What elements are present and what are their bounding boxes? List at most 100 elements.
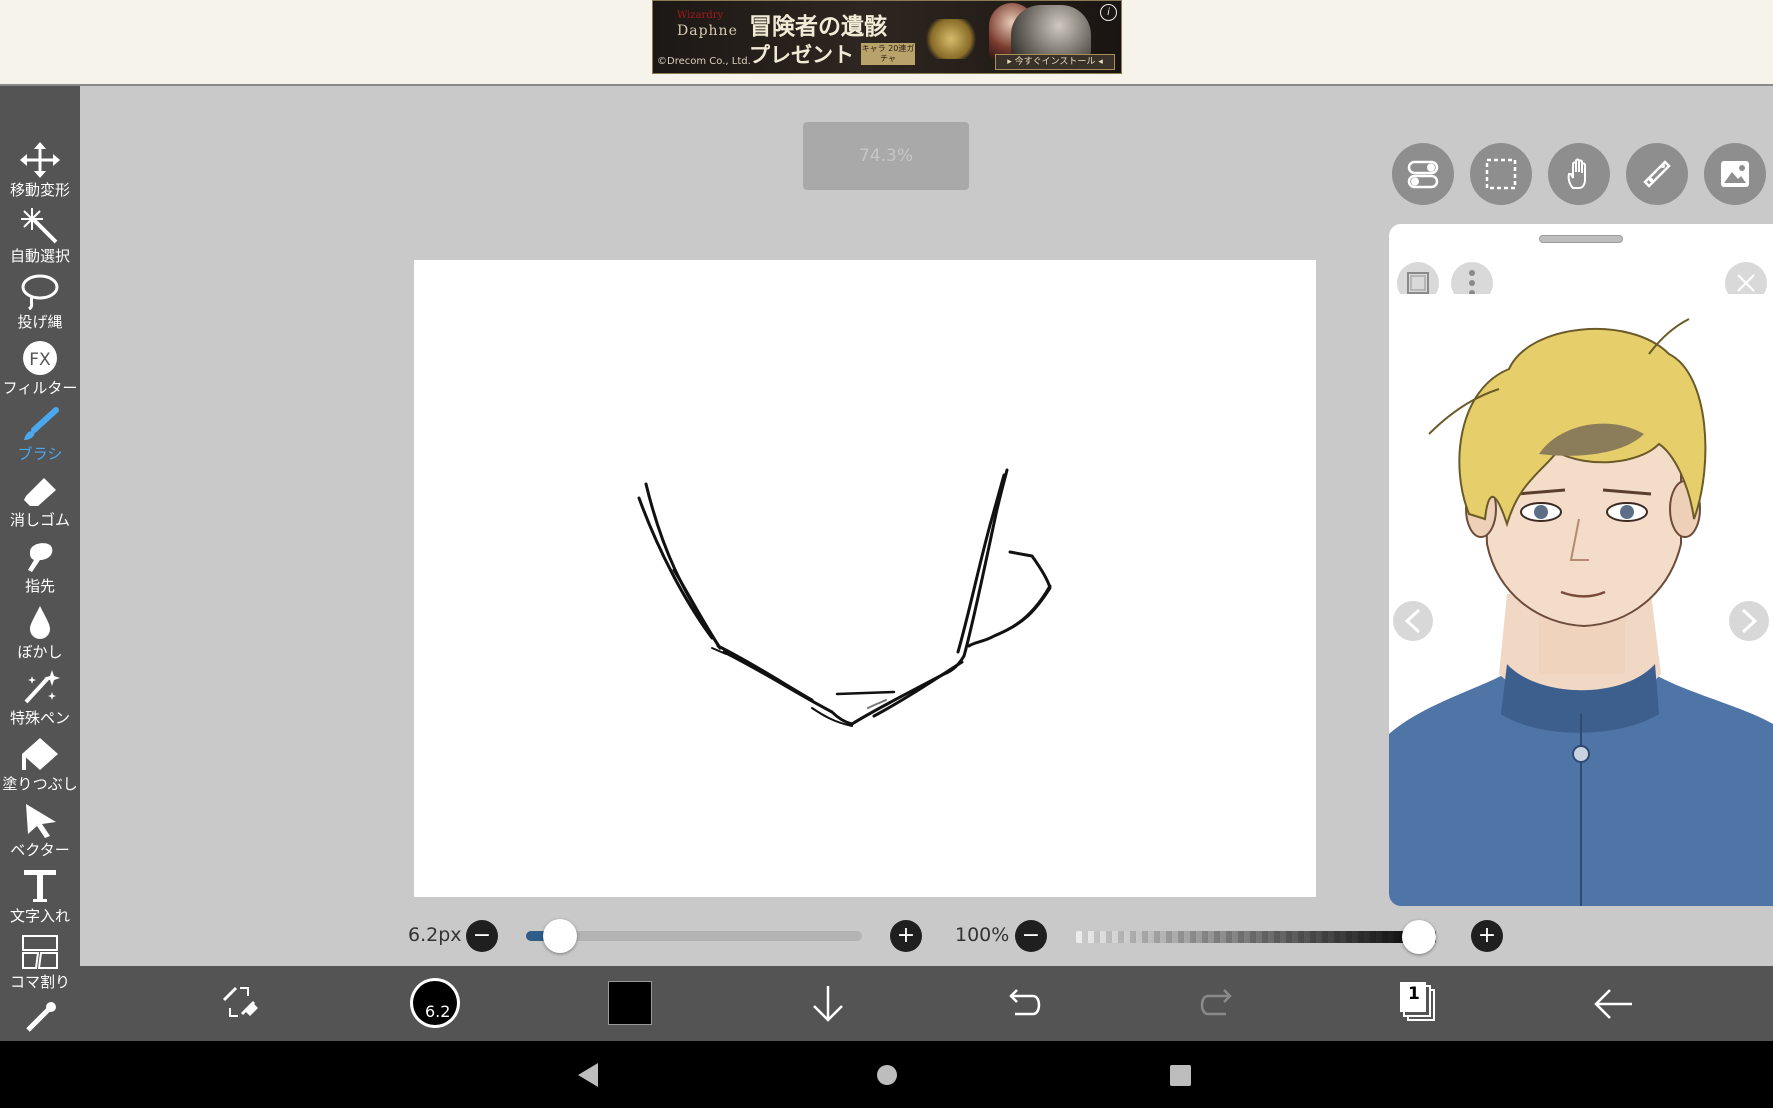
brush-size-decrease-button[interactable]: − <box>466 920 498 952</box>
ruler-icon <box>1643 160 1671 188</box>
layer-count: 1 <box>1408 984 1420 1004</box>
ad-copyright: ©Drecom Co., Ltd. <box>657 56 751 67</box>
ad-knight-image <box>1011 5 1091 57</box>
undo-button[interactable] <box>1003 966 1043 1041</box>
ad-gems-image <box>921 19 981 59</box>
undo-icon <box>1009 989 1041 1016</box>
text-icon <box>24 870 56 902</box>
brush-size-preview-button[interactable]: 6.2 <box>409 966 461 1041</box>
ad-bar: Wizardry Daphne 冒険者の遺骸 プレゼント キャラ 20連ガチャ … <box>0 0 1773 86</box>
ad-badge: キャラ 20連ガチャ <box>861 43 915 65</box>
redo-button[interactable] <box>1198 966 1238 1041</box>
tool-label: 指先 <box>24 577 55 595</box>
tool-brush[interactable]: ブラシ <box>0 406 80 472</box>
brush-size-increase-button[interactable]: + <box>890 920 922 952</box>
lasso-icon <box>21 274 59 310</box>
tool-label: コマ割り <box>9 973 70 991</box>
opacity-increase-button[interactable]: + <box>1471 920 1503 952</box>
eyedropper-icon <box>26 1002 56 1032</box>
tool-label: 特殊ペン <box>9 709 70 727</box>
nav-back-icon[interactable] <box>578 1063 600 1087</box>
tool-label: ブラシ <box>17 445 63 463</box>
brush-preview-label: 6.2 <box>425 1002 451 1021</box>
opacity-slider-knob[interactable] <box>1402 920 1436 954</box>
tool-special-pen[interactable]: 特殊ペン <box>0 670 80 736</box>
bottom-action-bar: 6.2 1 <box>80 966 1773 1041</box>
back-arrow-icon <box>1594 989 1632 1019</box>
pen-eraser-swap-icon <box>222 986 258 1017</box>
tool-label: 自動選択 <box>9 247 70 265</box>
eraser-icon <box>24 478 56 506</box>
system-nav-bar <box>0 1041 1773 1108</box>
tool-label: 文字入れ <box>9 907 70 925</box>
ad-install-button[interactable]: ▸ 今すぐインストール ◂ <box>995 54 1115 70</box>
nav-home-icon[interactable] <box>876 1064 898 1086</box>
magic-wand-icon <box>21 208 58 244</box>
zoom-indicator: 74.3% <box>803 122 969 190</box>
layers-button[interactable]: 1 <box>1396 966 1440 1041</box>
reference-window[interactable] <box>1389 224 1773 906</box>
move-icon <box>20 142 60 178</box>
toggle-icon <box>1407 160 1439 189</box>
image-icon <box>1721 161 1749 187</box>
blur-drop-icon <box>30 606 50 639</box>
redo-icon <box>1200 989 1232 1016</box>
tool-label: 移動変形 <box>9 181 70 199</box>
sketch-strokes <box>637 468 1052 727</box>
ad-info-icon[interactable]: i <box>1100 4 1117 21</box>
bucket-icon <box>22 738 58 770</box>
tool-frame-divider[interactable]: コマ割り <box>0 934 80 1000</box>
ad-subheadline: プレゼント <box>749 42 854 67</box>
tool-label: 投げ縄 <box>17 313 63 331</box>
tool-label: ベクター <box>10 841 70 859</box>
material-button[interactable] <box>1704 143 1766 205</box>
toggle-settings-button[interactable] <box>1392 143 1454 205</box>
tool-fill[interactable]: 塗りつぶし <box>0 736 80 802</box>
current-color-swatch <box>608 981 652 1025</box>
ruler-button[interactable] <box>1626 143 1688 205</box>
tool-label: ぼかし <box>17 643 63 661</box>
brush-size-value: 6.2px <box>408 924 462 946</box>
dashed-selection-icon <box>1485 158 1517 190</box>
selection-button[interactable] <box>1470 143 1532 205</box>
ad-headline: 冒険者の遺骸 <box>749 13 887 40</box>
hand-tool-button[interactable] <box>1548 143 1610 205</box>
swap-tool-button[interactable] <box>214 966 264 1041</box>
tool-lasso[interactable]: 投げ縄 <box>0 274 80 340</box>
tool-eraser[interactable]: 消しゴム <box>0 472 80 538</box>
ad-banner[interactable]: Wizardry Daphne 冒険者の遺骸 プレゼント キャラ 20連ガチャ … <box>652 0 1122 74</box>
tool-label: 塗りつぶし <box>2 775 78 793</box>
special-pen-icon <box>24 670 60 704</box>
brush-icon <box>24 407 59 440</box>
opacity-slider[interactable] <box>1076 920 1436 954</box>
brush-size-slider[interactable] <box>526 919 862 953</box>
back-button[interactable] <box>1592 966 1634 1041</box>
tool-eyedropper[interactable] <box>0 1000 80 1041</box>
tool-label: 消しゴム <box>9 511 70 529</box>
vector-arrow-icon <box>26 804 56 838</box>
reference-image <box>1389 294 1773 906</box>
nav-recents-icon[interactable] <box>1170 1065 1192 1087</box>
tool-auto-select[interactable]: 自動選択 <box>0 208 80 274</box>
drawing-canvas[interactable] <box>414 260 1316 897</box>
drag-handle[interactable] <box>1539 235 1623 243</box>
opacity-decrease-button[interactable]: − <box>1015 920 1047 952</box>
tool-text[interactable]: 文字入れ <box>0 868 80 934</box>
brush-slider-row: 6.2px − + 100% − + <box>80 905 1773 965</box>
save-download-button[interactable] <box>808 966 848 1041</box>
tool-move-transform[interactable]: 移動変形 <box>0 142 80 208</box>
fx-icon: FX <box>23 341 57 375</box>
opacity-value: 100% <box>955 924 1010 946</box>
frame-divider-icon <box>22 935 58 969</box>
brush-size-slider-knob[interactable] <box>542 919 577 953</box>
tool-finger[interactable]: 指先 <box>0 538 80 604</box>
finger-icon <box>28 543 53 572</box>
hand-icon <box>1567 158 1586 189</box>
left-toolbar: 移動変形 自動選択 投げ縄 FX フィルター ブラシ 消しゴム 指先 ぼかし 特… <box>0 86 80 1041</box>
tool-blur[interactable]: ぼかし <box>0 604 80 670</box>
ad-brand-top: Wizardry <box>677 10 724 21</box>
tool-label: フィルター <box>2 379 78 397</box>
color-picker-button[interactable] <box>608 966 654 1041</box>
tool-vector[interactable]: ベクター <box>0 802 80 868</box>
tool-filter[interactable]: FX フィルター <box>0 340 80 406</box>
